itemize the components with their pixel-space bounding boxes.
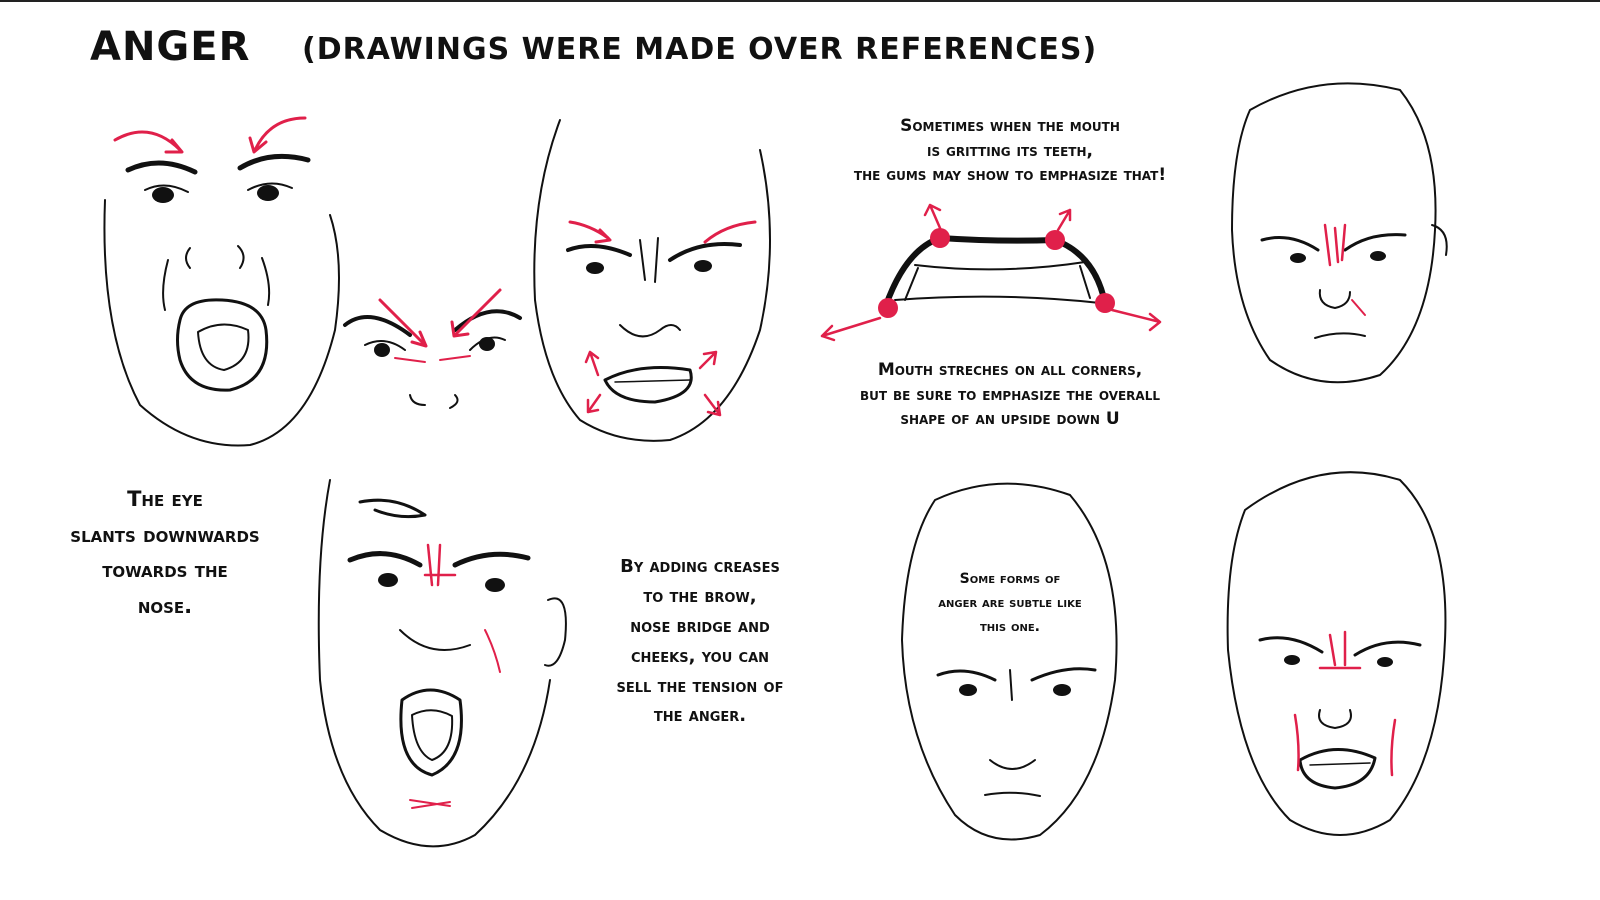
face-scowl-topright	[1231, 82, 1448, 384]
face-gritting-teeth	[533, 119, 771, 442]
face-eyes-closeup	[343, 288, 522, 409]
sketch-canvas	[103, 82, 1448, 848]
face-subtle-anger	[901, 482, 1118, 841]
face-snarl-bottomright	[1226, 471, 1447, 836]
face-shouting-2	[317, 479, 567, 848]
mouth-diagram	[820, 203, 1162, 342]
face-shouting-1	[103, 116, 340, 447]
